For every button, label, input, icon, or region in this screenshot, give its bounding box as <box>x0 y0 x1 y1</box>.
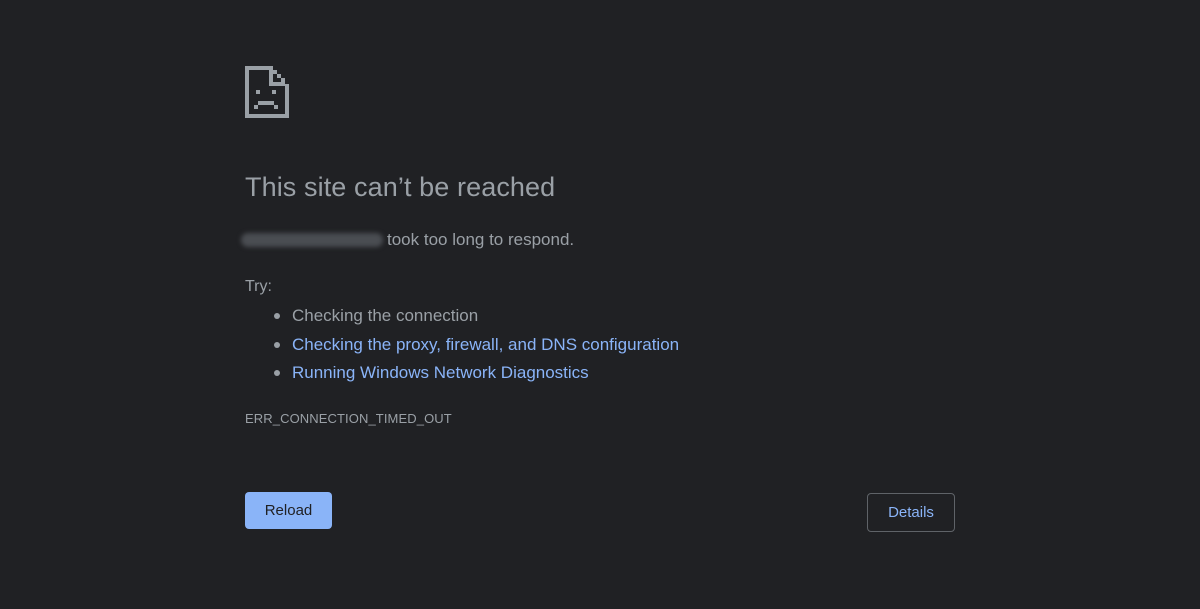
try-label: Try: <box>245 278 272 295</box>
error-summary: took too long to respond. <box>241 230 574 250</box>
bullet-icon <box>274 313 280 319</box>
suggestion-network-diagnostics-link[interactable]: Running Windows Network Diagnostics <box>292 363 589 382</box>
redacted-hostname <box>241 233 383 247</box>
error-page: This site can’t be reached took too long… <box>0 0 1200 609</box>
details-button[interactable]: Details <box>867 493 955 532</box>
suggestion-proxy-firewall-dns-link[interactable]: Checking the proxy, firewall, and DNS co… <box>292 335 679 354</box>
list-item: Running Windows Network Diagnostics <box>245 360 679 389</box>
reload-button[interactable]: Reload <box>245 492 332 529</box>
error-summary-text: took too long to respond. <box>387 230 575 249</box>
suggestion-check-connection: Checking the connection <box>292 306 479 325</box>
bullet-icon <box>274 341 280 348</box>
suggestions-list: Checking the connection Checking the pro… <box>245 303 679 389</box>
error-code: ERR_CONNECTION_TIMED_OUT <box>245 411 452 426</box>
bullet-icon <box>274 370 280 376</box>
page-title: This site can’t be reached <box>245 172 556 202</box>
list-item: Checking the proxy, firewall, and DNS co… <box>245 332 679 361</box>
sad-document-icon <box>245 66 289 118</box>
list-item: Checking the connection <box>245 303 679 332</box>
